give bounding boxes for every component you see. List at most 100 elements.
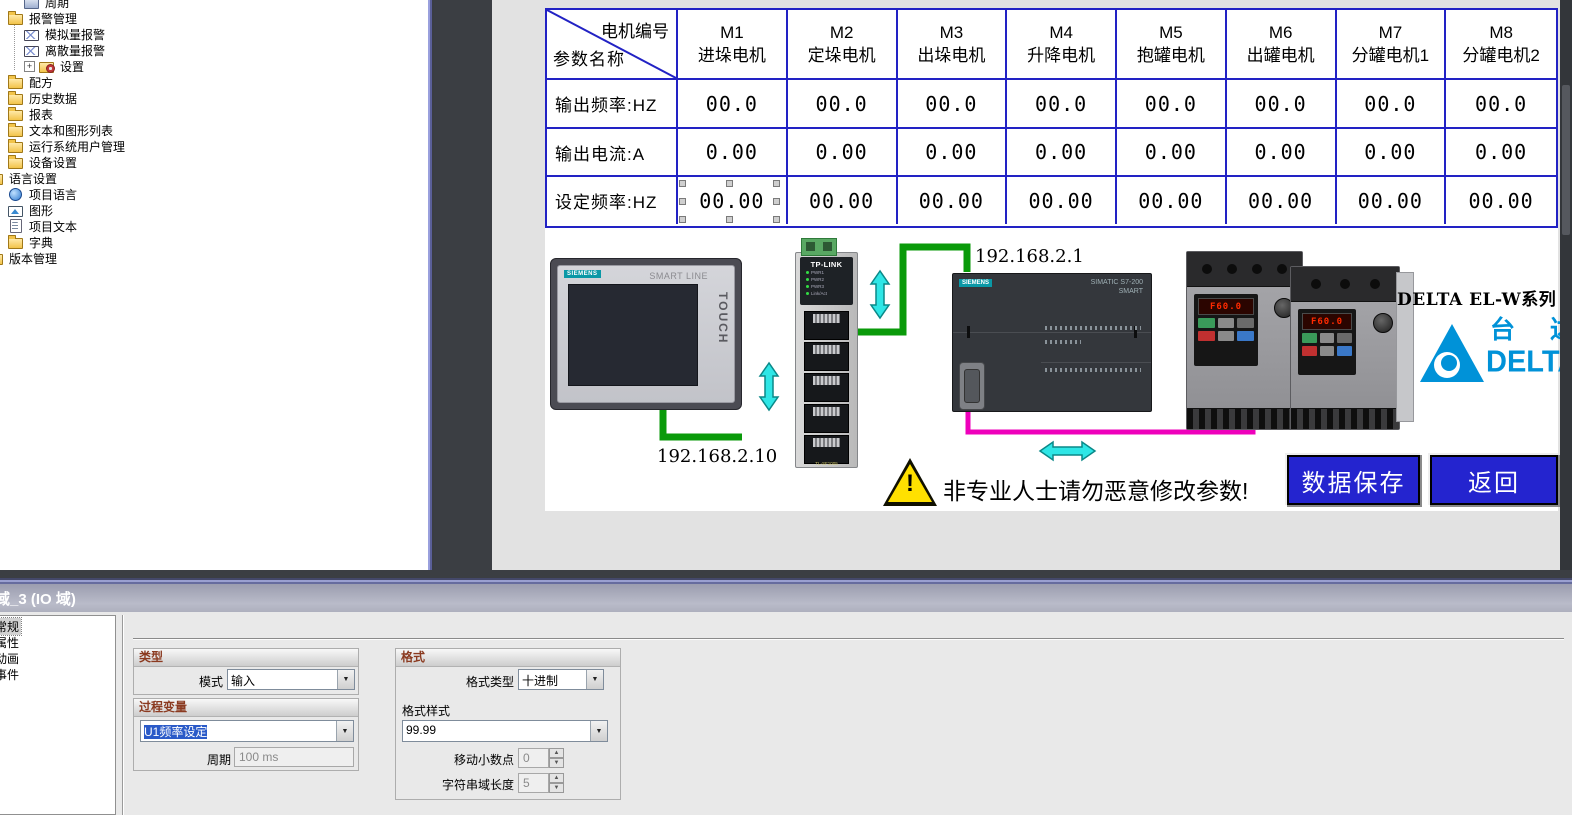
io-field-M3-row1[interactable]: 00.0 [898,80,1008,129]
tree-item-recipe[interactable]: 配方 [0,74,428,90]
spin-down-icon[interactable]: ▼ [549,758,564,768]
row-label: 输出电流:A [547,129,678,177]
io-field-M1-row2[interactable]: 0.00 [678,129,788,177]
shift-decimal-stepper[interactable]: ▲▼ [549,748,564,768]
selection-handle[interactable] [773,180,780,187]
rj45-port [804,311,849,340]
spin-up-icon[interactable]: ▲ [549,773,564,783]
io-field-M2-row3[interactable]: 00.00 [788,177,898,224]
tree-item-cycle[interactable]: 周期 [0,0,428,10]
return-button[interactable]: 返回 [1430,455,1558,505]
io-field-M6-row1[interactable]: 00.0 [1227,80,1337,129]
tree-item-version-management[interactable]: 版本管理 [0,250,428,266]
selection-handle[interactable] [726,180,733,187]
io-field-M7-row1[interactable]: 00.0 [1337,80,1447,129]
tree-item-history-data[interactable]: 历史数据 [0,90,428,106]
selection-handle[interactable] [679,216,686,223]
motor-parameter-table: 电机编号 参数名称 M1进垛电机M2定垛电机M3出垛电机M4升降电机M5抱罐电机… [545,8,1558,228]
dropdown-arrow-icon[interactable]: ▼ [336,721,353,741]
tree-item-label: 图形 [29,202,53,219]
siemens-logo: SIEMENS [959,279,992,287]
scrollbar-thumb[interactable] [1562,85,1570,235]
io-field-M5-row2[interactable]: 0.00 [1117,129,1227,177]
table-corner-cell: 电机编号 参数名称 [547,10,678,80]
expand-icon[interactable]: + [24,61,35,72]
dropdown-arrow-icon[interactable]: ▼ [586,670,603,689]
warning-triangle-icon: ! [883,458,937,506]
vertical-scrollbar[interactable] [1560,0,1572,578]
analog-alarm-icon [24,27,40,41]
led-label: PWR2 [811,277,824,282]
io-field-M5-row3[interactable]: 00.00 [1117,177,1227,224]
data-save-button[interactable]: 数据保存 [1287,455,1420,505]
tree-item-dictionary[interactable]: 字典 [0,234,428,250]
mode-dropdown[interactable]: 输入 ▼ [227,669,355,690]
selection-handle[interactable] [679,180,686,187]
process-variable-dropdown[interactable]: U1频率设定 ▼ [140,720,354,742]
selection-handle[interactable] [726,216,733,223]
spin-up-icon[interactable]: ▲ [549,748,564,758]
io-field-M8-row2[interactable]: 0.00 [1446,129,1556,177]
io-field-M8-row3[interactable]: 00.00 [1446,177,1556,224]
tree-item-language-settings[interactable]: 语言设置 [0,170,428,186]
updown-arrow-icon [871,271,889,318]
io-field-M1-row1[interactable]: 00.0 [678,80,788,129]
tree-item-settings[interactable]: +设置 [0,58,428,74]
io-field-M5-row1[interactable]: 00.0 [1117,80,1227,129]
tree-item-device-settings[interactable]: 设备设置 [0,154,428,170]
io-field-M2-row2[interactable]: 0.00 [788,129,898,177]
panel-nav-事件[interactable]: 事件 [0,666,115,682]
column-header-M6: M6出罐电机 [1227,10,1337,80]
io-field-M4-row2[interactable]: 0.00 [1007,129,1117,177]
tree-item-project-text[interactable]: 项目文本 [0,218,428,234]
selection-handle[interactable] [773,198,780,205]
plc-terminal-strip [1045,368,1141,372]
rj45-port [804,404,849,433]
tree-item-graphics[interactable]: 图形 [0,202,428,218]
led-indicator [806,285,809,288]
vfd-heatsink [1187,252,1302,287]
tree-item-label: 项目语言 [29,186,77,203]
panel-nav-常规[interactable]: 常规 [0,618,115,634]
format-type-dropdown[interactable]: 十进制 ▼ [518,669,604,690]
hmi-bezel: SIEMENS SMART LINE TOUCH [557,265,735,403]
vfd-display: F60.0 [1198,298,1254,315]
plc-divider [1041,362,1151,363]
io-field-M3-row3[interactable]: 00.00 [898,177,1008,224]
io-field-M4-row3[interactable]: 00.00 [1007,177,1117,224]
led-indicator [806,278,809,281]
io-field-M8-row1[interactable]: 00.0 [1446,80,1556,129]
panel-nav-动画[interactable]: 动画 [0,650,115,666]
io-field-M7-row2[interactable]: 0.00 [1337,129,1447,177]
tree-item-analog-alarm[interactable]: 模拟量报警 [0,26,428,42]
spin-down-icon[interactable]: ▼ [549,783,564,793]
settings-icon [39,59,55,73]
format-style-dropdown[interactable]: 99.99 ▼ [402,720,608,742]
panel-nav-属性[interactable]: 属性 [0,634,115,650]
dropdown-arrow-icon[interactable]: ▼ [337,670,354,689]
tree-item-report[interactable]: 报表 [0,106,428,122]
switch-head-panel: TP-LINK PWR1PWR2PWR3Link/Act [800,257,853,305]
dropdown-arrow-icon[interactable]: ▼ [590,721,607,741]
editor-workspace: 电机编号 参数名称 M1进垛电机M2定垛电机M3出垛电机M4升降电机M5抱罐电机… [434,0,1560,578]
io-field-M3-row2[interactable]: 0.00 [898,129,1008,177]
io-field-M7-row3[interactable]: 00.00 [1337,177,1447,224]
io-field-M6-row3[interactable]: 00.00 [1227,177,1337,224]
io-field-M6-row2[interactable]: 0.00 [1227,129,1337,177]
tree-item-discrete-alarm[interactable]: 离散量报警 [0,42,428,58]
tree-item-alarm-management[interactable]: 报警管理 [0,10,428,26]
selection-handle[interactable] [679,198,686,205]
device-settings-icon [8,155,24,169]
rj45-port [804,342,849,371]
tree-item-project-language[interactable]: 项目语言 [0,186,428,202]
string-length-stepper[interactable]: ▲▼ [549,773,564,793]
io-field-M2-row1[interactable]: 00.0 [788,80,898,129]
vfd-drive-image: F60.0 [1290,266,1400,430]
tree-item-label: 项目文本 [29,218,77,235]
tree-item-label: 报警管理 [29,10,77,27]
io-field-M4-row1[interactable]: 00.0 [1007,80,1117,129]
tree-item-user-management[interactable]: 运行系统用户管理 [0,138,428,154]
tree-item-text-graphic-list[interactable]: 文本和图形列表 [0,122,428,138]
format-type-value: 十进制 [519,670,586,689]
selection-handle[interactable] [773,216,780,223]
